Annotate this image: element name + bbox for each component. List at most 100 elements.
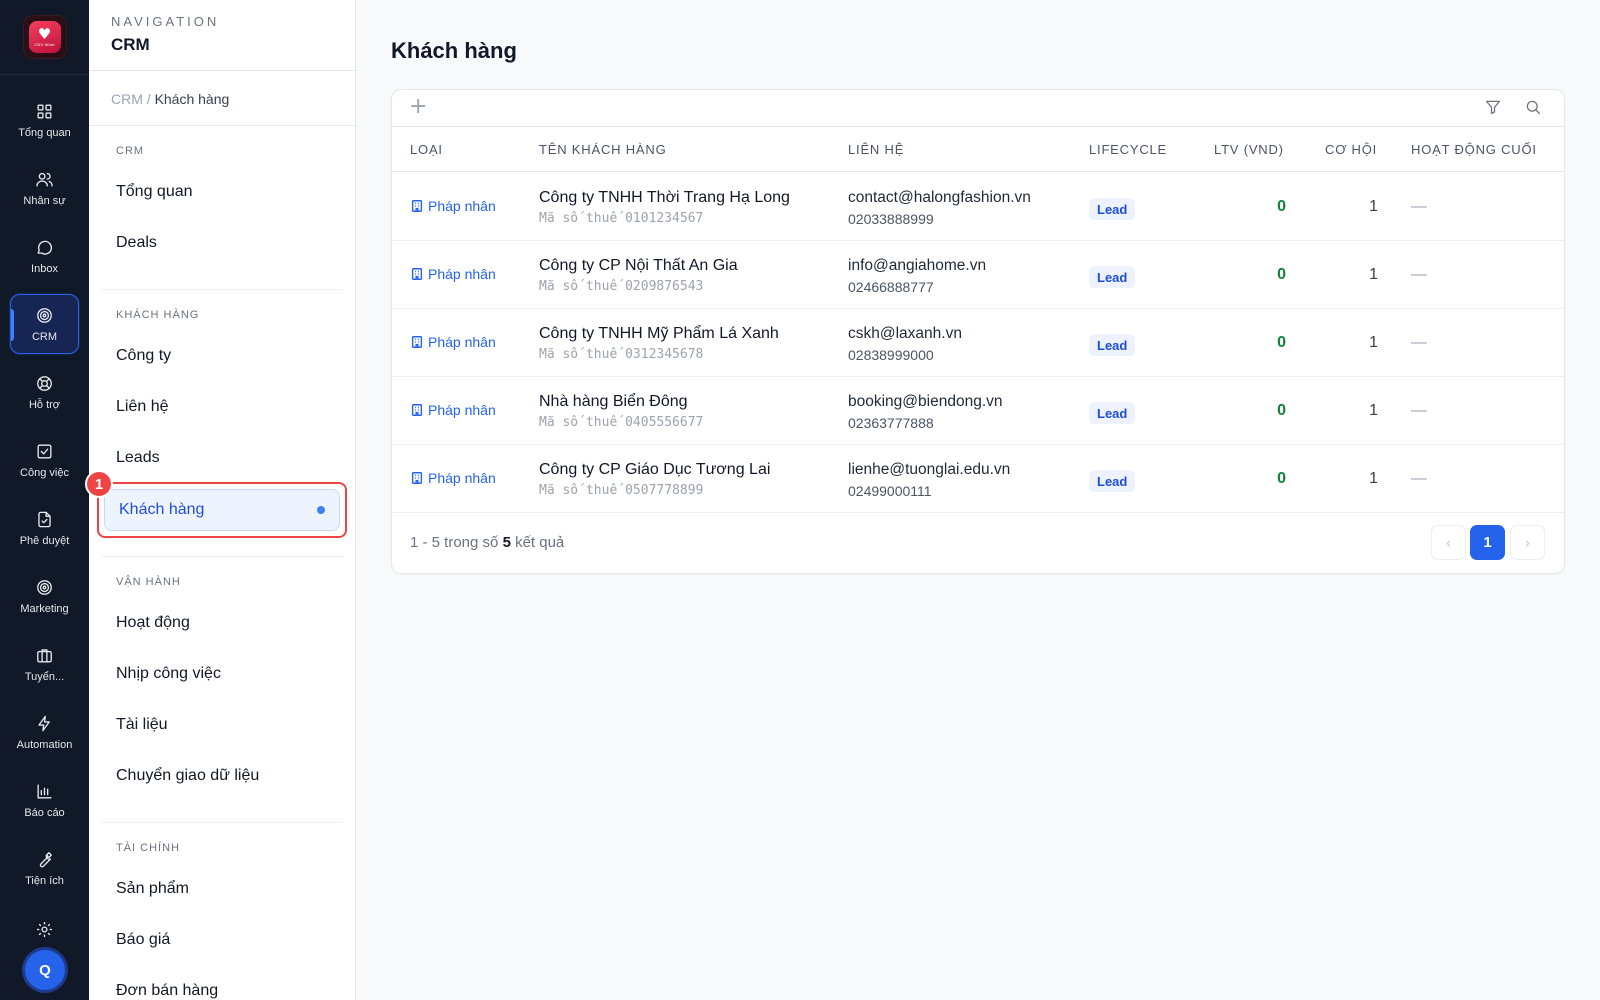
app-logo[interactable]: ♥ CNV Work	[22, 15, 67, 59]
sidebar-item-san-pham[interactable]: Sản phẩm	[102, 866, 343, 912]
prev-page-button[interactable]: ‹	[1431, 525, 1466, 560]
type-link[interactable]: Pháp nhân	[410, 198, 496, 214]
sidebar-item-tai-lieu[interactable]: Tài liệu	[102, 702, 343, 748]
contact-phone: 02838999000	[848, 347, 934, 363]
sidebar-item-nhip-cong-viec[interactable]: Nhịp công việc	[102, 651, 343, 697]
column-header-last-activity[interactable]: HOẠT ĐỘNG CUỐI	[1411, 142, 1537, 157]
next-page-button[interactable]: ›	[1510, 525, 1545, 560]
icon-rail: ♥ CNV Work Tổng quan Nhân sự Inbox CRM H…	[0, 0, 89, 1000]
rail-item-automation[interactable]: Automation	[10, 702, 79, 762]
rail-item-nhan-su[interactable]: Nhân sự	[10, 158, 79, 218]
table-row[interactable]: Pháp nhân Công ty CP Giáo Dục Tương Lai …	[392, 445, 1564, 513]
table-row[interactable]: Pháp nhân Nhà hàng Biển Đông Mã số thuế …	[392, 377, 1564, 445]
tax-code: Mã số thuế 0209876543	[539, 279, 704, 294]
logo-area: ♥ CNV Work	[0, 0, 89, 75]
rail-item-marketing[interactable]: Marketing	[10, 566, 79, 626]
rail-label: Marketing	[20, 602, 69, 615]
column-header-name[interactable]: TÊN KHÁCH HÀNG	[539, 142, 667, 157]
sidebar-item-leads[interactable]: Leads	[102, 435, 343, 481]
section-label-crm: CRM	[116, 145, 145, 157]
type-label: Pháp nhân	[428, 334, 496, 350]
customer-name[interactable]: Công ty CP Giáo Dục Tương Lai	[539, 461, 770, 479]
customers-table-card: + LOẠI TÊN KHÁCH HÀNG LIÊN HỆ LIFECYCLE …	[391, 89, 1565, 574]
tax-code: Mã số thuế 0405556677	[539, 415, 704, 430]
building-icon	[411, 336, 423, 348]
rail-item-tien-ich[interactable]: Tiện ích	[10, 838, 79, 898]
rail-item-ho-tro[interactable]: Hỗ trợ	[10, 362, 79, 422]
settings-gear-icon[interactable]	[35, 920, 54, 939]
table-row[interactable]: Pháp nhân Công ty TNHH Mỹ Phẩm Lá Xanh M…	[392, 309, 1564, 377]
customer-name[interactable]: Công ty TNHH Mỹ Phẩm Lá Xanh	[539, 325, 779, 343]
type-label: Pháp nhân	[428, 266, 496, 282]
opportunities-count: 1	[1369, 198, 1378, 215]
column-header-ltv[interactable]: LTV (VND)	[1214, 142, 1284, 157]
file-check-icon	[38, 511, 51, 527]
last-activity: —	[1411, 266, 1427, 283]
filter-icon[interactable]	[1484, 98, 1504, 118]
rail-label: Nhân sự	[23, 194, 66, 207]
contact-email[interactable]: info@angiahome.vn	[848, 257, 986, 275]
contact-email[interactable]: booking@biendong.vn	[848, 393, 1003, 411]
ltv-value: 0	[1277, 402, 1286, 419]
type-link[interactable]: Pháp nhân	[410, 266, 496, 282]
rail-item-tong-quan[interactable]: Tổng quan	[10, 90, 79, 150]
table-row[interactable]: Pháp nhân Công ty TNHH Thời Trang Hạ Lon…	[392, 173, 1564, 241]
customer-name[interactable]: Công ty TNHH Thời Trang Hạ Long	[539, 189, 790, 207]
target-icon	[37, 307, 52, 323]
column-header-opportunities[interactable]: CƠ HỘI	[1325, 142, 1377, 157]
tax-code: Mã số thuế 0507778899	[539, 483, 704, 498]
grid-icon	[37, 103, 52, 119]
contact-email[interactable]: contact@halongfashion.vn	[848, 189, 1031, 207]
summary-total: 5	[502, 534, 511, 551]
column-header-contact[interactable]: LIÊN HỆ	[848, 142, 904, 157]
column-header-type[interactable]: LOẠI	[410, 142, 443, 157]
type-link[interactable]: Pháp nhân	[410, 334, 496, 350]
sidebar-item-chuyen-giao-du-lieu[interactable]: Chuyển giao dữ liệu	[102, 753, 343, 799]
tax-code: Mã số thuế 0101234567	[539, 211, 704, 226]
sidebar-item-lien-he[interactable]: Liên hệ	[102, 384, 343, 430]
breadcrumb-separator: /	[142, 91, 155, 107]
checkbox-icon	[37, 443, 52, 459]
sidebar-item-cong-ty[interactable]: Công ty	[102, 333, 343, 379]
rail-item-cong-viec[interactable]: Công việc	[10, 430, 79, 490]
sidebar-item-bao-gia[interactable]: Báo giá	[102, 917, 343, 963]
page-1-button[interactable]: 1	[1470, 525, 1505, 560]
type-link[interactable]: Pháp nhân	[410, 470, 496, 486]
column-header-lifecycle[interactable]: LIFECYCLE	[1089, 142, 1167, 157]
type-label: Pháp nhân	[428, 402, 496, 418]
briefcase-icon	[37, 648, 52, 663]
rail-item-bao-cao[interactable]: Báo cáo	[10, 770, 79, 830]
breadcrumb-root[interactable]: CRM	[111, 91, 143, 107]
table-header: LOẠI TÊN KHÁCH HÀNG LIÊN HỆ LIFECYCLE LT…	[392, 127, 1564, 172]
opportunities-count: 1	[1369, 402, 1378, 419]
add-button[interactable]: +	[409, 96, 427, 118]
rail-item-inbox[interactable]: Inbox	[10, 226, 79, 286]
sidebar-item-tong-quan[interactable]: Tổng quan	[102, 169, 343, 215]
rail-item-tuyen-dung[interactable]: Tuyển...	[10, 634, 79, 694]
rail-label: Automation	[16, 738, 73, 751]
contact-phone: 02499000111	[848, 483, 932, 499]
opportunities-count: 1	[1369, 266, 1378, 283]
last-activity: —	[1411, 198, 1427, 215]
last-activity: —	[1411, 402, 1427, 419]
avatar[interactable]: Q	[22, 947, 68, 993]
search-icon[interactable]	[1524, 98, 1544, 118]
rail-item-phe-duyet[interactable]: Phê duyệt	[10, 498, 79, 558]
contact-email[interactable]: lienhe@tuonglai.edu.vn	[848, 461, 1010, 479]
opportunities-count: 1	[1369, 470, 1378, 487]
sidebar-item-khach-hang[interactable]: Khách hàng	[104, 489, 340, 531]
contact-email[interactable]: cskh@laxanh.vn	[848, 325, 962, 343]
section-label-van-hanh: VẬN HÀNH	[116, 576, 181, 588]
customer-name[interactable]: Công ty CP Nội Thất An Gia	[539, 257, 738, 275]
crm-sidebar: NAVIGATION CRM CRM / Khách hàng CRM Tổng…	[89, 0, 356, 1000]
table-row[interactable]: Pháp nhân Công ty CP Nội Thất An Gia Mã …	[392, 241, 1564, 309]
sidebar-item-don-ban-hang[interactable]: Đơn bán hàng	[102, 968, 343, 1000]
sidebar-item-hoat-dong[interactable]: Hoạt động	[102, 600, 343, 646]
sidebar-title: CRM	[111, 35, 150, 54]
sidebar-item-deals[interactable]: Deals	[102, 220, 343, 266]
customer-name[interactable]: Nhà hàng Biển Đông	[539, 393, 688, 411]
users-icon	[36, 172, 53, 187]
wrench-icon	[39, 851, 52, 867]
rail-item-crm[interactable]: CRM	[10, 294, 79, 354]
type-link[interactable]: Pháp nhân	[410, 402, 496, 418]
